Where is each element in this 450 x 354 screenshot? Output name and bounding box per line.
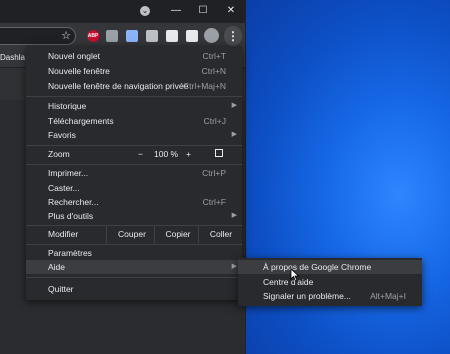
menu-item-label: Paramètres xyxy=(48,248,92,258)
chrome-main-menu: Nouvel onglet Ctrl+T Nouvelle fenêtre Ct… xyxy=(26,46,242,300)
eye-extension-icon[interactable] xyxy=(166,30,178,42)
menu-item-history[interactable]: Historique ▶ xyxy=(26,99,242,113)
menu-item-incognito[interactable]: Nouvelle fenêtre de navigation privée Ct… xyxy=(26,79,242,93)
menu-item-bookmarks[interactable]: Favoris ▶ xyxy=(26,128,242,142)
menu-item-label: Téléchargements xyxy=(48,116,114,126)
shortcut-label: Alt+Maj+I xyxy=(370,291,406,301)
menu-divider xyxy=(26,96,242,97)
submenu-arrow-icon: ▶ xyxy=(231,131,237,138)
menu-item-label: Nouvelle fenêtre de navigation privée xyxy=(48,81,189,91)
paste-button[interactable]: Coller xyxy=(198,226,243,243)
submenu-item-about-chrome[interactable]: À propos de Google Chrome xyxy=(238,260,422,274)
menu-item-label: Centre d'aide xyxy=(263,277,314,287)
menu-item-label: Nouvel onglet xyxy=(48,51,100,61)
menu-divider xyxy=(26,244,242,245)
submenu-arrow-icon: ▶ xyxy=(231,212,237,219)
minimize-icon: — xyxy=(171,5,181,16)
chevron-down-icon: ⌄ xyxy=(140,6,150,16)
submenu-item-help-center[interactable]: Centre d'aide xyxy=(238,275,422,289)
menu-item-settings[interactable]: Paramètres xyxy=(26,246,242,260)
menu-item-cast[interactable]: Caster... xyxy=(26,181,242,195)
profile-avatar[interactable] xyxy=(204,28,219,43)
menu-item-label: À propos de Google Chrome xyxy=(263,262,372,272)
bookmark-star-icon[interactable]: ☆ xyxy=(61,29,71,42)
menu-divider xyxy=(26,277,242,278)
maximize-button[interactable]: ☐ xyxy=(192,3,214,19)
close-icon: ✕ xyxy=(226,5,236,16)
chrome-menu-button[interactable]: ⋮ xyxy=(224,26,242,46)
menu-item-quit[interactable]: Quitter xyxy=(26,282,242,296)
help-submenu: À propos de Google Chrome Centre d'aide … xyxy=(238,258,422,306)
zoom-level: 100 % xyxy=(154,149,179,159)
abp-extension-icon[interactable]: ABP xyxy=(87,30,99,42)
cloud-extension-icon[interactable] xyxy=(146,30,158,42)
mouse-cursor-icon xyxy=(290,268,300,282)
more-vert-icon: ⋮ xyxy=(227,29,239,43)
menu-item-label: Rechercher... xyxy=(48,197,99,207)
submenu-arrow-icon: ▶ xyxy=(231,102,237,109)
menu-item-more-tools[interactable]: Plus d'outils ▶ xyxy=(26,209,242,223)
menu-item-new-window[interactable]: Nouvelle fenêtre Ctrl+N xyxy=(26,64,242,78)
menu-item-help[interactable]: Aide ▶ xyxy=(26,260,242,274)
maximize-icon: ☐ xyxy=(198,5,208,16)
menu-item-label: Nouvelle fenêtre xyxy=(48,66,110,76)
title-bar: ⌄ — ☐ ✕ xyxy=(0,0,245,23)
menu-item-print[interactable]: Imprimer... Ctrl+P xyxy=(26,166,242,180)
menu-item-label: Zoom xyxy=(48,149,70,159)
minimize-button[interactable]: — xyxy=(165,3,187,19)
zoom-in-button[interactable]: + xyxy=(186,147,191,161)
copy-button[interactable]: Copier xyxy=(154,226,201,243)
menu-item-label: Signaler un problème... xyxy=(263,291,351,301)
fullscreen-icon[interactable] xyxy=(215,149,223,157)
menu-item-label: Plus d'outils xyxy=(48,211,94,221)
menu-item-zoom: Zoom − 100 % + xyxy=(26,147,242,161)
menu-item-label: Aide xyxy=(48,262,66,272)
tab-search-button[interactable]: ⌄ xyxy=(134,3,156,19)
submenu-arrow-icon: ▶ xyxy=(231,263,237,270)
close-button[interactable]: ✕ xyxy=(220,3,242,19)
puzzle-extension-icon[interactable] xyxy=(186,30,198,42)
shortcut-label: Ctrl+P xyxy=(202,168,226,178)
menu-item-label: Imprimer... xyxy=(48,168,89,178)
menu-item-label: Quitter xyxy=(48,284,74,294)
shortcut-label: Ctrl+T xyxy=(202,51,226,61)
menu-item-label: Caster... xyxy=(48,183,80,193)
cut-button[interactable]: Couper xyxy=(106,226,157,243)
shortcut-label: Ctrl+N xyxy=(201,66,226,76)
shortcut-label: Ctrl+J xyxy=(203,116,226,126)
menu-item-new-tab[interactable]: Nouvel onglet Ctrl+T xyxy=(26,49,242,63)
submenu-item-report-issue[interactable]: Signaler un problème... Alt+Maj+I xyxy=(238,289,422,303)
bar-extension-icon[interactable] xyxy=(126,30,138,42)
shortcut-label: Ctrl+Maj+N xyxy=(183,81,226,91)
address-bar[interactable]: ☆ xyxy=(0,27,76,45)
menu-item-label: Historique xyxy=(48,101,87,111)
shield-extension-icon[interactable] xyxy=(106,30,118,42)
shortcut-label: Ctrl+F xyxy=(202,197,226,207)
menu-item-downloads[interactable]: Téléchargements Ctrl+J xyxy=(26,114,242,128)
menu-item-label: Favoris xyxy=(48,130,76,140)
menu-divider xyxy=(26,164,242,165)
zoom-out-button[interactable]: − xyxy=(138,147,143,161)
bookmark-item[interactable]: Dashla xyxy=(0,53,25,62)
menu-divider xyxy=(26,145,242,146)
menu-item-label: Modifier xyxy=(48,229,79,239)
menu-item-find[interactable]: Rechercher... Ctrl+F xyxy=(26,195,242,209)
